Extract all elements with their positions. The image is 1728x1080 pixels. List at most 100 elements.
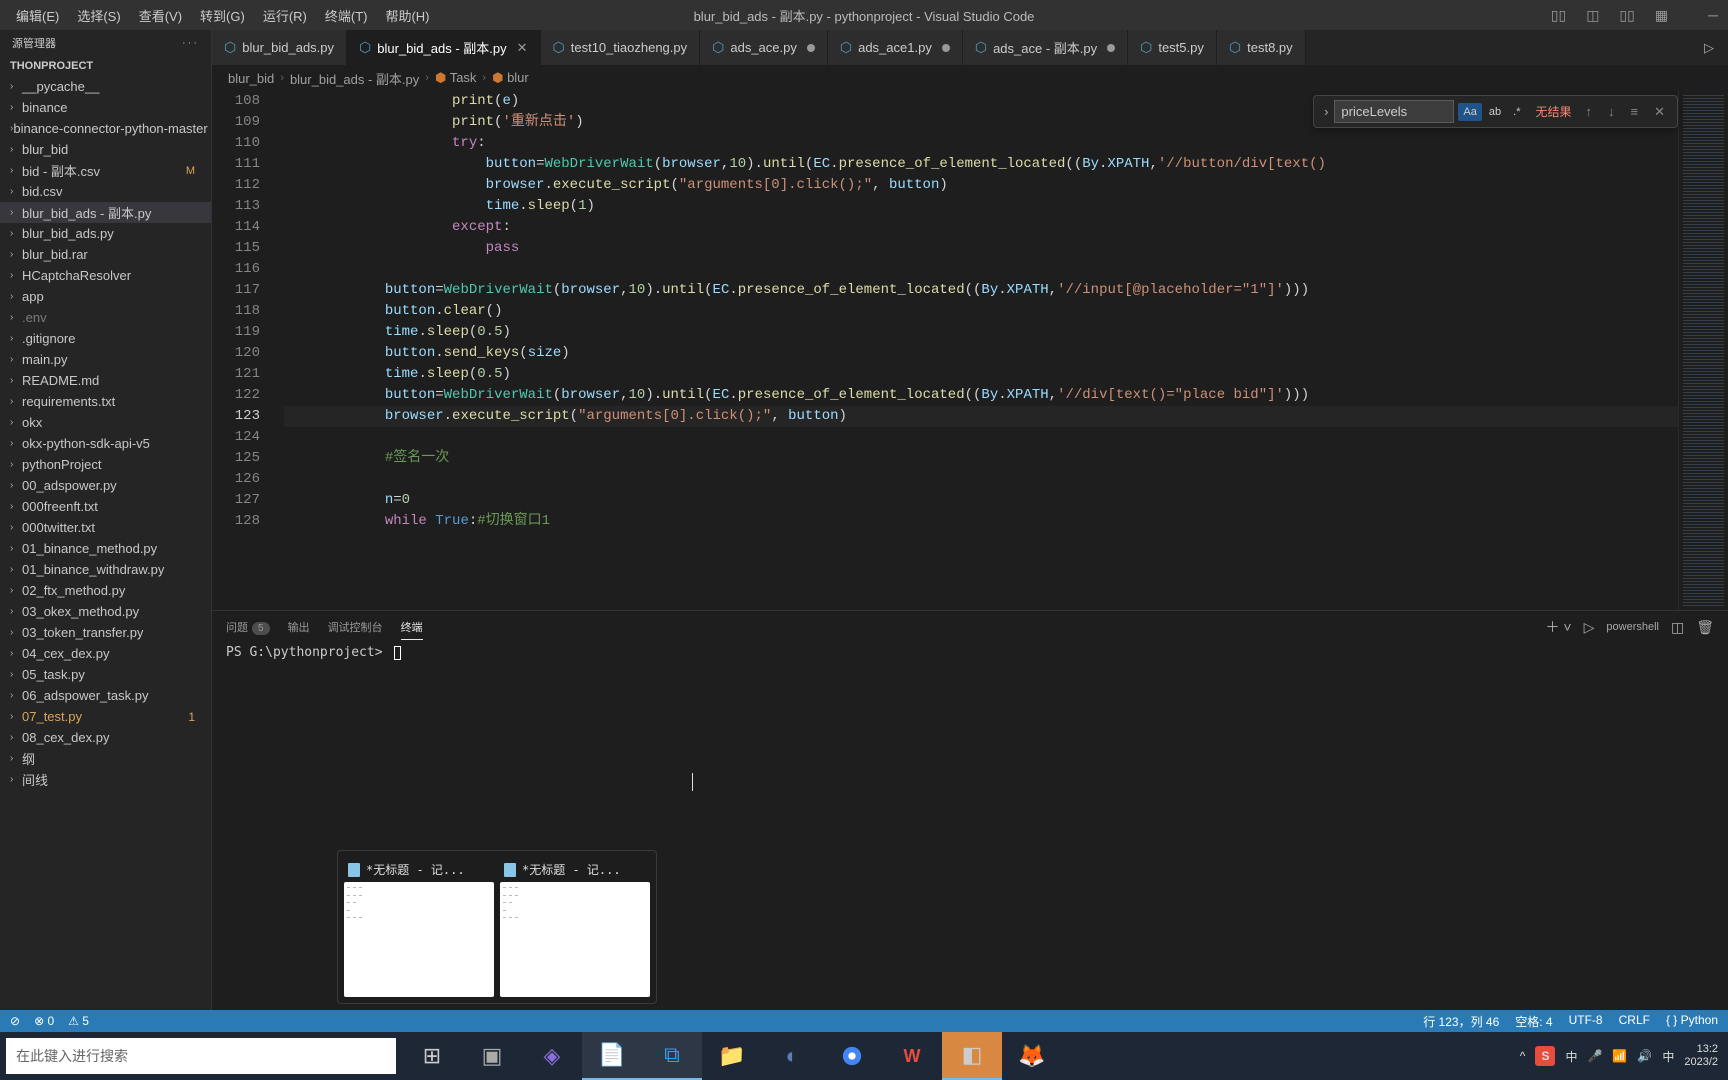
menu-item[interactable]: 转到(G): [192, 2, 253, 29]
tree-item[interactable]: ›binance-connector-python-master: [0, 118, 211, 139]
code-editor[interactable]: 1081091101111121131141151161171181191201…: [212, 91, 1728, 610]
panel-tab[interactable]: 调试控制台: [328, 615, 383, 639]
editor-tab[interactable]: ⬡ads_ace.py: [700, 30, 828, 65]
breadcrumb-item[interactable]: blur_bid_ads - 副本.py: [290, 69, 419, 88]
taskbar-preview-thumb[interactable]: *无标题 - 记...— — —— — —— ——— — —: [500, 857, 650, 997]
tree-item[interactable]: ›blur_bid_ads - 副本.py: [0, 202, 211, 223]
breadcrumb-item[interactable]: blur_bid: [228, 71, 274, 86]
tray-chevron-icon[interactable]: ^: [1520, 1049, 1526, 1063]
panel-tab[interactable]: 问题5: [226, 615, 270, 639]
terminal-shell-label[interactable]: powershell: [1606, 621, 1659, 633]
find-input[interactable]: [1334, 100, 1454, 123]
tree-item[interactable]: ›04_cex_dex.py: [0, 643, 211, 664]
new-terminal-icon[interactable]: ＋ ˅: [1546, 617, 1572, 637]
network-icon[interactable]: 📶: [1612, 1049, 1627, 1063]
tree-item[interactable]: ›01_binance_withdraw.py: [0, 559, 211, 580]
tree-item[interactable]: ›.env: [0, 307, 211, 328]
menu-item[interactable]: 终端(T): [317, 2, 376, 29]
explorer-app-icon[interactable]: 📁: [702, 1032, 762, 1080]
taskbar-preview-thumb[interactable]: *无标题 - 记...— — —— — —— ——— — —: [344, 857, 494, 997]
tree-item[interactable]: ›00_adspower.py: [0, 475, 211, 496]
tree-item[interactable]: ›03_token_transfer.py: [0, 622, 211, 643]
app3-icon[interactable]: ◧: [942, 1032, 1002, 1080]
windows-search-box[interactable]: 在此键入进行搜索: [6, 1038, 396, 1074]
task-view-icon[interactable]: ⊞: [402, 1032, 462, 1080]
code-content[interactable]: print(e) print('重新点击') try: button=WebDr…: [284, 91, 1678, 610]
tree-item[interactable]: ›main.py: [0, 349, 211, 370]
find-next-icon[interactable]: ↓: [1604, 102, 1619, 122]
tree-item[interactable]: ›05_task.py: [0, 664, 211, 685]
error-count[interactable]: ⊗ 0: [34, 1014, 54, 1028]
breadcrumb-item[interactable]: ⬢ Task: [435, 70, 476, 86]
tree-item[interactable]: ›07_test.py1: [0, 706, 211, 727]
metamask-app-icon[interactable]: 🦊: [1002, 1032, 1062, 1080]
layout-customize-icon[interactable]: ▦: [1653, 5, 1670, 26]
kill-terminal-icon[interactable]: 🗑: [1696, 619, 1714, 636]
tree-item[interactable]: ›requirements.txt: [0, 391, 211, 412]
chrome-app-icon[interactable]: [822, 1032, 882, 1080]
tree-item[interactable]: ›间线: [0, 769, 211, 790]
tree-item[interactable]: ›binance: [0, 97, 211, 118]
tree-item[interactable]: ›okx: [0, 412, 211, 433]
editor-tab[interactable]: ⬡test8.py: [1217, 30, 1306, 65]
indent-status[interactable]: 空格: 4: [1515, 1013, 1552, 1030]
tree-item[interactable]: ›__pycache__: [0, 76, 211, 97]
volume-icon[interactable]: 🔊: [1637, 1049, 1652, 1063]
editor-tab[interactable]: ⬡test10_tiaozheng.py: [541, 30, 701, 65]
eol-status[interactable]: CRLF: [1619, 1013, 1650, 1030]
tree-item[interactable]: ›blur_bid: [0, 139, 211, 160]
editor-tab[interactable]: ⬡ads_ace1.py: [828, 30, 963, 65]
tree-item[interactable]: ›README.md: [0, 370, 211, 391]
whole-word-toggle[interactable]: ab: [1484, 103, 1506, 121]
tree-item[interactable]: ›bid - 副本.csvM: [0, 160, 211, 181]
tree-item[interactable]: ›03_okex_method.py: [0, 601, 211, 622]
tree-item[interactable]: ›blur_bid_ads.py: [0, 223, 211, 244]
lang-indicator-1[interactable]: 中: [1565, 1048, 1577, 1065]
terminal-profile-icon[interactable]: ▷: [1584, 619, 1595, 636]
tree-item[interactable]: ›纲: [0, 748, 211, 769]
clock[interactable]: 13:2 2023/2: [1684, 1043, 1718, 1069]
find-close-icon[interactable]: ✕: [1650, 102, 1669, 122]
tree-item[interactable]: ›bid.csv: [0, 181, 211, 202]
menu-item[interactable]: 帮助(H): [377, 2, 437, 29]
tree-item[interactable]: ›02_ftx_method.py: [0, 580, 211, 601]
tree-item[interactable]: ›06_adspower_task.py: [0, 685, 211, 706]
editor-tab[interactable]: ⬡ads_ace - 副本.py: [963, 30, 1128, 65]
tree-item[interactable]: ›.gitignore: [0, 328, 211, 349]
tree-item[interactable]: ›pythonProject: [0, 454, 211, 475]
remote-indicator[interactable]: ⊘: [10, 1014, 20, 1028]
match-case-toggle[interactable]: Aa: [1458, 103, 1481, 121]
lang-indicator-2[interactable]: 中: [1662, 1048, 1674, 1065]
tree-item[interactable]: ›000freenft.txt: [0, 496, 211, 517]
editor-tab[interactable]: ⬡blur_bid_ads.py: [212, 30, 347, 65]
find-prev-icon[interactable]: ↑: [1582, 102, 1597, 122]
wps-app-icon[interactable]: W: [882, 1032, 942, 1080]
breadcrumb[interactable]: blur_bid›blur_bid_ads - 副本.py›⬢ Task›⬢ b…: [212, 65, 1728, 91]
menu-item[interactable]: 运行(R): [255, 2, 315, 29]
split-terminal-icon[interactable]: ◫: [1671, 619, 1684, 636]
encoding-status[interactable]: UTF-8: [1569, 1013, 1603, 1030]
warning-count[interactable]: ⚠ 5: [68, 1014, 89, 1028]
project-name[interactable]: THONPROJECT: [0, 56, 211, 76]
close-tab-icon[interactable]: ✕: [517, 40, 528, 56]
find-toggle-replace-icon[interactable]: ›: [1318, 100, 1334, 123]
menu-item[interactable]: 选择(S): [69, 2, 128, 29]
panel-tab[interactable]: 终端: [401, 615, 423, 640]
terminal-body[interactable]: PS G:\pythonproject> *无标题 - 记...— — —— —…: [212, 643, 1728, 1010]
ime-indicator[interactable]: S: [1535, 1046, 1555, 1066]
notepad-app-icon[interactable]: 📄: [582, 1032, 642, 1080]
app2-icon[interactable]: ◐: [762, 1032, 822, 1080]
menu-item[interactable]: 查看(V): [131, 2, 190, 29]
tree-item[interactable]: ›HCaptchaResolver: [0, 265, 211, 286]
tree-item[interactable]: ›okx-python-sdk-api-v5: [0, 433, 211, 454]
tree-item[interactable]: ›app: [0, 286, 211, 307]
more-icon[interactable]: ···: [182, 37, 199, 49]
layout-primary-icon[interactable]: ▯▯: [1549, 5, 1568, 26]
find-selection-icon[interactable]: ≡: [1627, 102, 1643, 122]
editor-tab[interactable]: ⬡test5.py: [1128, 30, 1217, 65]
more-tabs-icon[interactable]: ▷: [1704, 40, 1714, 56]
panel-tab[interactable]: 输出: [288, 615, 310, 639]
tree-item[interactable]: ›000twitter.txt: [0, 517, 211, 538]
layout-secondary-icon[interactable]: ▯▯: [1617, 5, 1636, 26]
minimap[interactable]: [1678, 91, 1728, 610]
